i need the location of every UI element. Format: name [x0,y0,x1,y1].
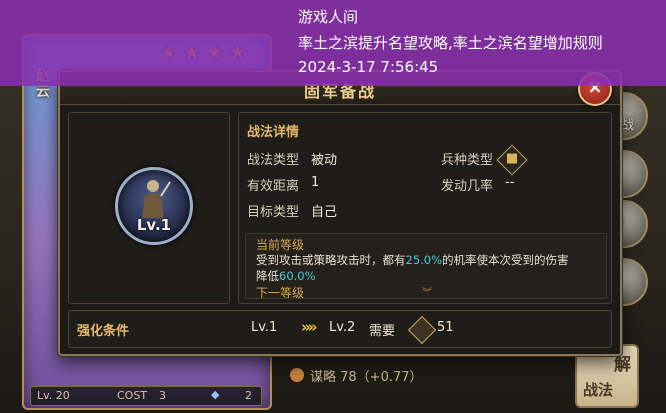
tactic-detail-panel: 战法详情 战法类型 被动 有效距离 1 目标类型 自己 兵种类型 发动几率 --… [238,112,612,304]
article-timestamp: 2024-3-17 7:56:45 [298,58,439,76]
next-level-heading: 下一等级 [256,286,305,299]
warrior-figure-icon [142,180,171,218]
tactic-description[interactable]: 当前等级 受到攻击或策略攻击时，都有25.0%的机率使本次受到的伤害 降低60.… [245,233,607,299]
description-line-1: 受到攻击或策略攻击时，都有25.0%的机率使本次受到的伤害 [256,253,569,267]
damage-reduction-percent: 60.0% [279,269,316,283]
strategy-stat: 谋略 78（+0.77） [310,370,423,385]
cost-value: 3 [159,389,166,402]
trigger-rate-value: -- [505,175,515,190]
upgrade-conditions-bar: 强化条件 Lv.1 »» Lv.2 需要 51 [68,310,612,348]
tactic-token-icon [407,315,437,345]
section-title: 战法详情 [247,125,300,140]
requirement-label: 需要 [369,324,396,339]
site-name: 游戏人间 [298,8,359,26]
hero-level: Lv. 20 [37,389,70,402]
gem-icon: ◆ [211,388,220,401]
description-line-2: 降低60.0% [256,269,316,283]
tactic-portrait: Lv.1 [115,167,193,245]
tactic-type-label: 战法类型 [247,153,300,168]
cost-label: COST [117,389,148,402]
target-type-value: 自己 [311,205,338,220]
tactic-level: Lv.1 [136,216,172,234]
article-overlay: 游戏人间 率土之滨提升名望攻略,率土之滨名望增加规则 2024-3-17 7:5… [0,0,666,86]
target-type-label: 目标类型 [247,205,300,220]
article-title: 率土之滨提升名望攻略,率土之滨名望增加规则 [298,34,603,52]
current-level: Lv.1 [251,320,278,335]
scroll-down-icon[interactable]: ︾ [422,284,432,298]
current-level-heading: 当前等级 [256,238,305,252]
strategy-icon [290,368,304,382]
tactic-detail-dialog: 固军备战 Lv.1 战法详情 战法类型 被动 有效距离 1 目标类型 自己 兵种… [58,70,622,356]
unlock-tactic-label-2: 战法 [583,381,614,399]
chance-percent: 25.0% [405,253,443,267]
requirement-value: 51 [437,320,454,335]
troop-type-label: 兵种类型 [441,153,494,168]
range-value: 1 [311,175,320,190]
count-value: 2 [245,389,252,402]
hero-card-footer: Lv. 20 COST 3 ◆ 2 [30,386,262,406]
next-level: Lv.2 [329,320,356,335]
tactic-portrait-panel: Lv.1 [68,112,230,304]
tactic-type-value: 被动 [311,153,338,168]
cavalry-icon [496,144,528,176]
range-label: 有效距离 [247,179,300,194]
trigger-rate-label: 发动几率 [441,179,494,194]
upgrade-label: 强化条件 [77,324,130,339]
upgrade-arrow-icon: »» [301,318,317,336]
